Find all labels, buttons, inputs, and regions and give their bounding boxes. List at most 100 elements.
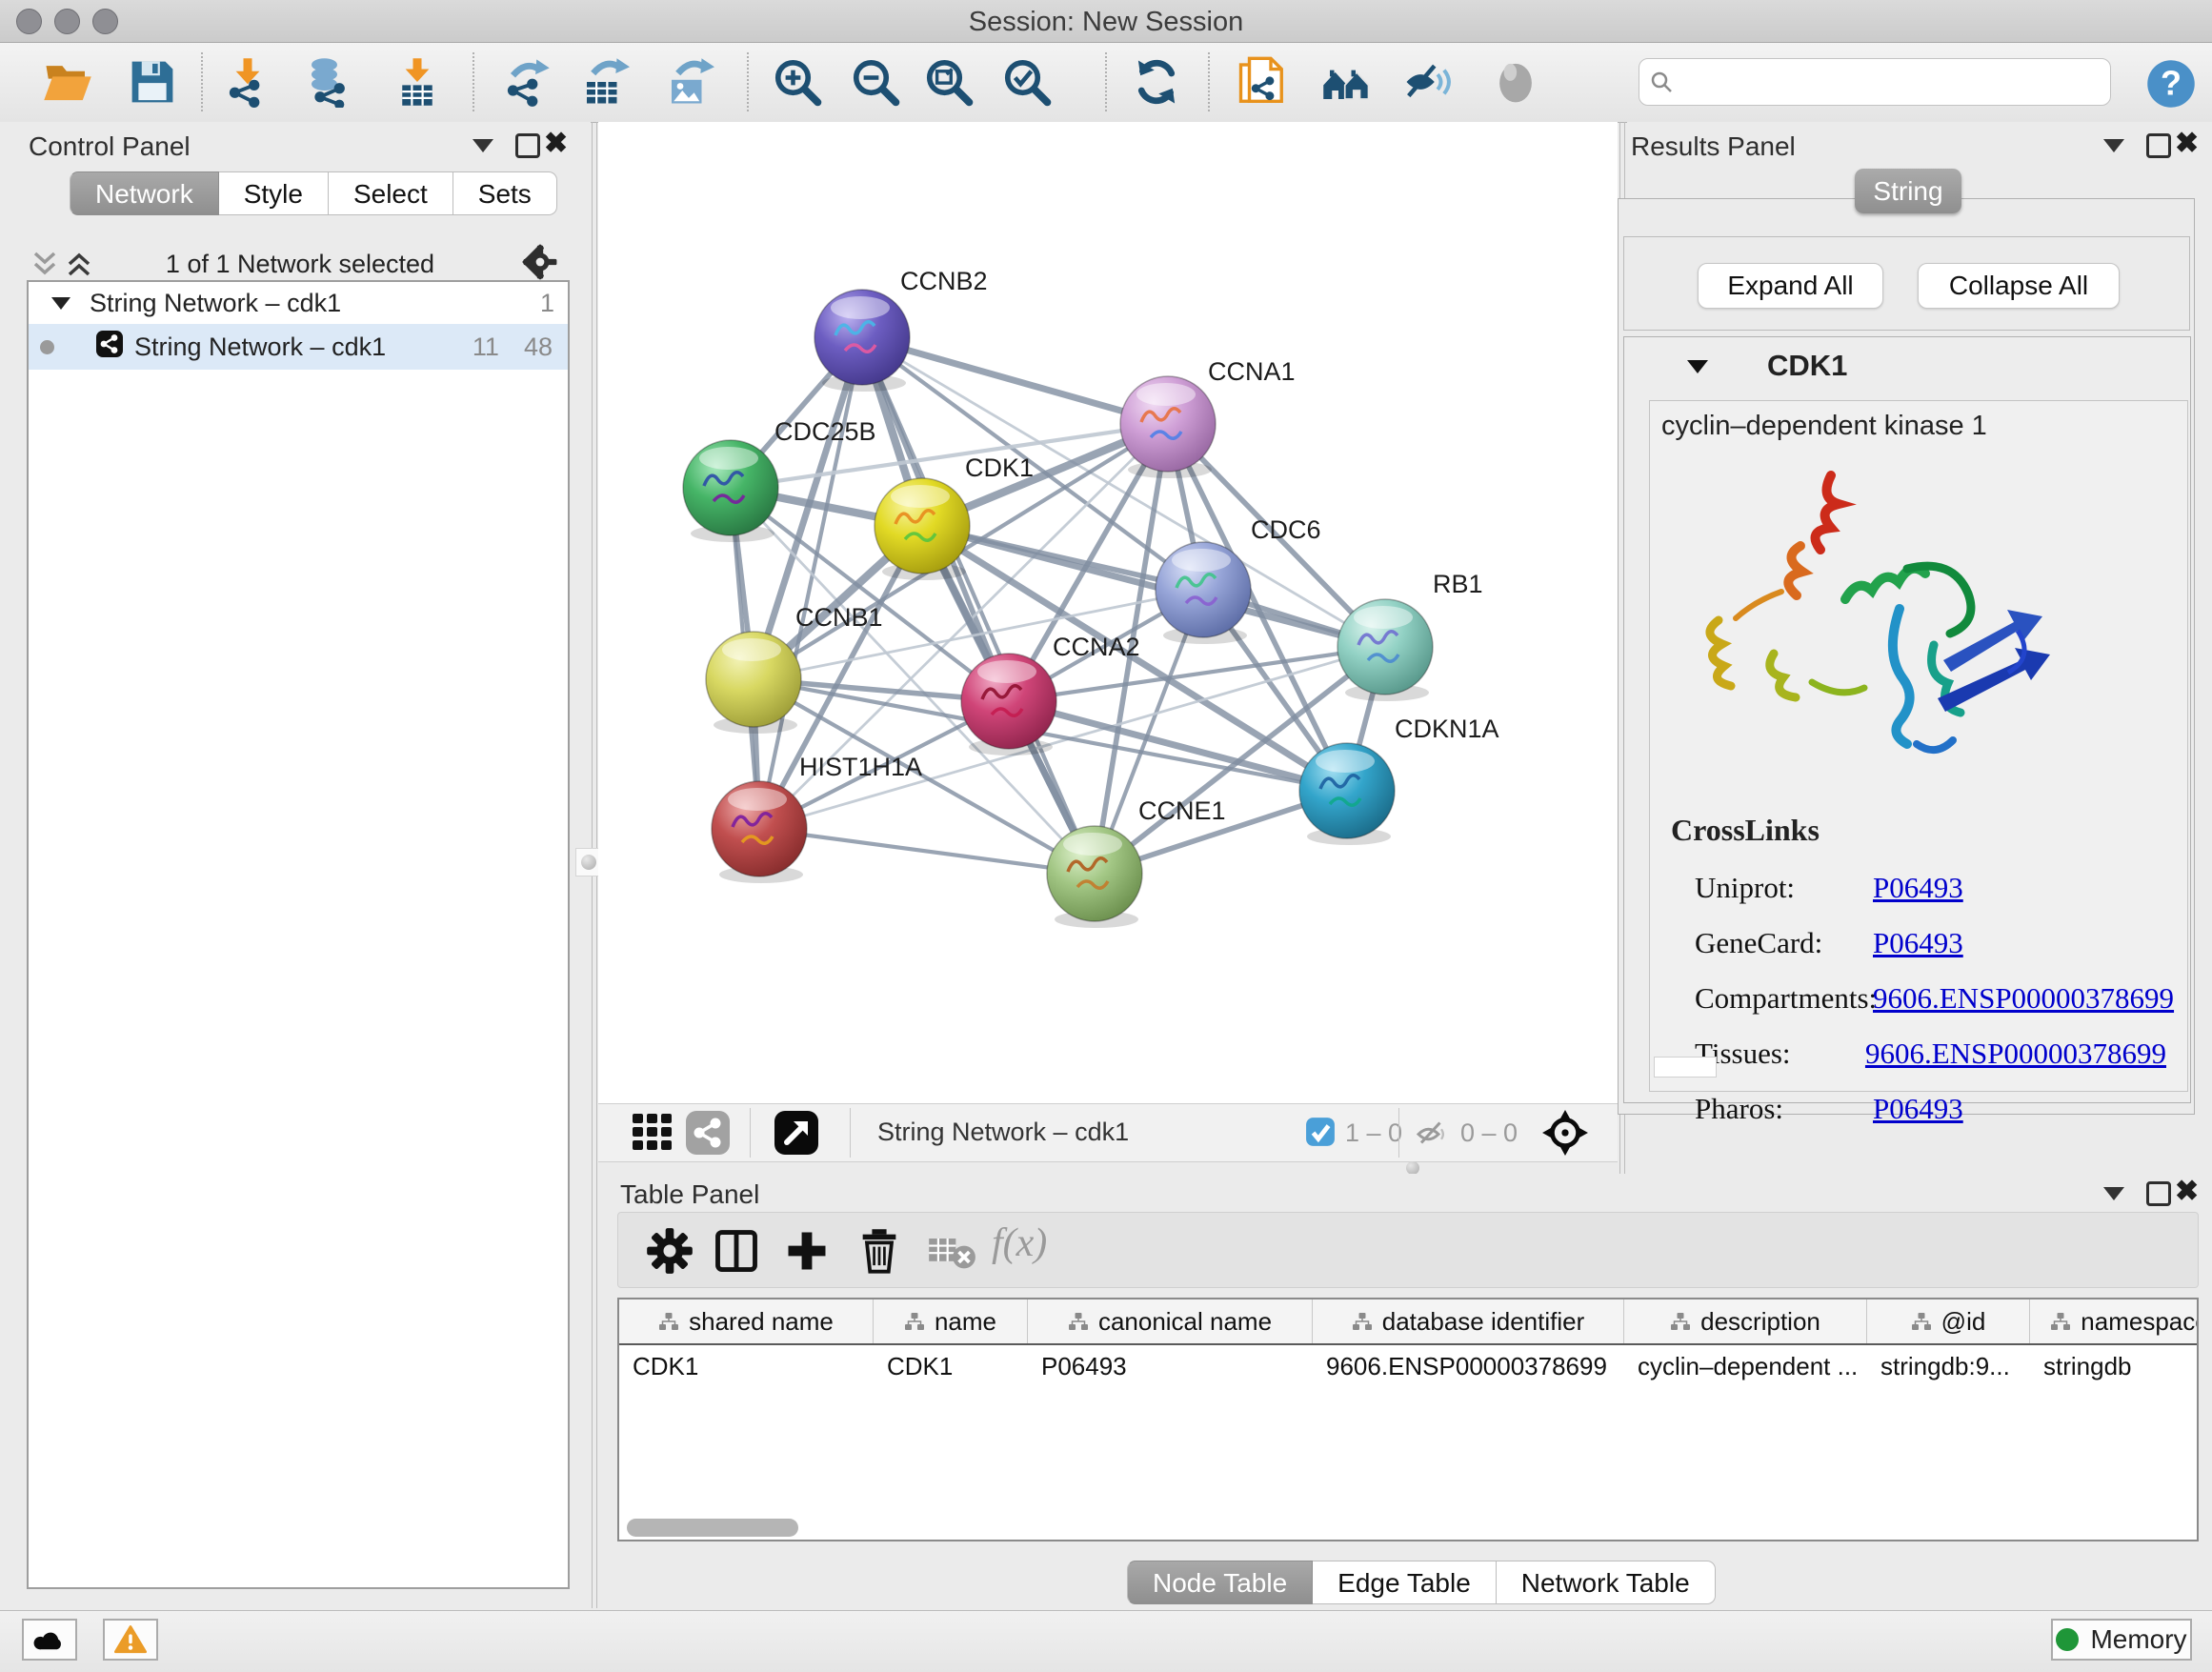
collapse-all-button[interactable]: Collapse All bbox=[1918, 263, 2120, 309]
tab-edge-table[interactable]: Edge Table bbox=[1313, 1561, 1497, 1604]
results-panel-menu-icon[interactable] bbox=[2103, 139, 2124, 152]
table-cell: CDK1 bbox=[619, 1345, 874, 1387]
function-builder-icon[interactable]: f(x) bbox=[992, 1220, 1047, 1266]
edge-CDK1-RB1[interactable] bbox=[922, 526, 1385, 647]
node-label-CDKN1A: CDKN1A bbox=[1395, 715, 1499, 743]
control-panel-menu-icon[interactable] bbox=[473, 139, 493, 152]
inactive-eye-icon[interactable] bbox=[1490, 56, 1541, 108]
add-icon[interactable] bbox=[782, 1226, 832, 1276]
zoom-out-icon[interactable] bbox=[850, 56, 901, 108]
export-image-icon[interactable] bbox=[663, 56, 714, 108]
help-icon[interactable]: ? bbox=[2145, 58, 2197, 110]
collection-expand-triangle-icon[interactable] bbox=[51, 297, 70, 310]
zoom-in-icon[interactable] bbox=[772, 56, 823, 108]
control-panel-close-icon[interactable]: ✖ bbox=[544, 133, 568, 154]
cloud-button[interactable] bbox=[22, 1619, 77, 1661]
memory-status-dot-icon bbox=[2056, 1628, 2079, 1651]
strip-separator bbox=[1398, 1108, 1399, 1158]
table-panel-menu-icon[interactable] bbox=[2103, 1187, 2124, 1200]
results-panel-close-icon[interactable]: ✖ bbox=[2175, 133, 2199, 154]
crosslink-value-link[interactable]: 9606.ENSP00000378699 bbox=[1865, 1037, 2166, 1071]
node-gloss bbox=[831, 296, 890, 319]
main-toolbar: ? bbox=[0, 43, 2212, 123]
selected-count: 1 – 0 bbox=[1345, 1118, 1402, 1148]
delete-icon[interactable] bbox=[855, 1226, 904, 1276]
table-panel-close-icon[interactable]: ✖ bbox=[2175, 1181, 2199, 1202]
network-item-row[interactable]: String Network – cdk1 11 48 bbox=[29, 324, 568, 370]
selected-checkbox-icon[interactable] bbox=[1305, 1117, 1336, 1152]
import-network-file-icon[interactable] bbox=[222, 56, 273, 108]
table-gear-icon[interactable] bbox=[645, 1226, 694, 1276]
table-cell: cyclin–dependent ... bbox=[1624, 1345, 1867, 1387]
fit-content-crosshair-icon[interactable] bbox=[1541, 1109, 1589, 1161]
import-network-database-icon[interactable] bbox=[303, 56, 354, 108]
results-panel-float-icon[interactable] bbox=[2146, 133, 2171, 158]
entry-collapse-triangle-icon[interactable] bbox=[1687, 360, 1708, 373]
export-network-icon[interactable] bbox=[500, 56, 552, 108]
show-columns-icon[interactable] bbox=[712, 1226, 761, 1276]
tab-string[interactable]: String bbox=[1855, 169, 1961, 213]
table-row[interactable]: CDK1CDK1P064939606.ENSP00000378699cyclin… bbox=[619, 1345, 2197, 1387]
tab-style[interactable]: Style bbox=[219, 171, 329, 215]
node-label-CCNB2: CCNB2 bbox=[900, 267, 988, 295]
warning-button[interactable] bbox=[103, 1619, 158, 1661]
table-cell: 9606.ENSP00000378699 bbox=[1313, 1345, 1624, 1387]
hidden-eye-icon[interactable] bbox=[1412, 1116, 1448, 1155]
crosslink-value-link[interactable]: P06493 bbox=[1873, 926, 1963, 960]
refresh-icon[interactable] bbox=[1131, 56, 1182, 108]
toolbar-separator bbox=[201, 52, 203, 111]
tab-select[interactable]: Select bbox=[329, 171, 453, 215]
table-toolbar: f(x) bbox=[617, 1212, 2199, 1288]
network-graph[interactable]: CCNB2CCNA1CDC25BCDK1CDC6RB1CCNB1CCNA2CDK… bbox=[598, 122, 1618, 1103]
import-table-file-icon[interactable] bbox=[392, 56, 443, 108]
network-item-label: String Network – cdk1 bbox=[134, 332, 386, 362]
crosslink-row: Pharos:P06493 bbox=[1695, 1092, 2166, 1126]
search-input[interactable] bbox=[1681, 67, 2101, 98]
results-actions-box: Expand All Collapse All bbox=[1623, 236, 2190, 331]
node-gloss bbox=[1063, 833, 1122, 856]
hide-unhide-icon[interactable] bbox=[1402, 56, 1454, 108]
save-session-icon[interactable] bbox=[127, 56, 178, 108]
column-header--id[interactable]: @id bbox=[1867, 1299, 2030, 1343]
delete-table-icon[interactable] bbox=[927, 1226, 976, 1276]
network-share-view-icon[interactable] bbox=[686, 1111, 730, 1159]
tab-network[interactable]: Network bbox=[70, 171, 219, 215]
crosslink-value-link[interactable]: P06493 bbox=[1873, 1092, 1963, 1126]
column-header-description[interactable]: description bbox=[1624, 1299, 1867, 1343]
tab-network-table[interactable]: Network Table bbox=[1497, 1561, 1716, 1604]
open-session-icon[interactable] bbox=[42, 56, 93, 108]
expand-all-button[interactable]: Expand All bbox=[1698, 263, 1883, 309]
edge-HIST1H1A-CCNE1[interactable] bbox=[759, 829, 1095, 874]
column-header-canonical-name[interactable]: canonical name bbox=[1028, 1299, 1313, 1343]
crosslinks-section: CrossLinks Uniprot:P06493GeneCard:P06493… bbox=[1671, 813, 2166, 1147]
memory-button[interactable]: Memory bbox=[2051, 1619, 2192, 1661]
network-collection-row[interactable]: String Network – cdk1 1 bbox=[29, 282, 568, 324]
new-network-from-file-icon[interactable] bbox=[1237, 56, 1288, 108]
node-label-CCNA1: CCNA1 bbox=[1208, 357, 1296, 386]
table-cell: P06493 bbox=[1028, 1345, 1313, 1387]
node-label-CCNA2: CCNA2 bbox=[1053, 633, 1140, 661]
network-canvas[interactable]: CCNB2CCNA1CDC25BCDK1CDC6RB1CCNB1CCNA2CDK… bbox=[598, 122, 1618, 1103]
horizontal-splitter-handle[interactable] bbox=[1406, 1161, 1419, 1175]
edge-CCNB2-CCNE1[interactable] bbox=[862, 337, 1095, 874]
column-header-database-identifier[interactable]: database identifier bbox=[1313, 1299, 1624, 1343]
table-horizontal-scrollbar[interactable] bbox=[627, 1519, 798, 1537]
crosslink-value-link[interactable]: P06493 bbox=[1873, 871, 1963, 905]
tab-sets[interactable]: Sets bbox=[453, 171, 557, 215]
tab-node-table[interactable]: Node Table bbox=[1127, 1561, 1313, 1604]
grid-view-icon[interactable] bbox=[633, 1114, 673, 1157]
crosslink-value-link[interactable]: 9606.ENSP00000378699 bbox=[1873, 981, 2174, 1016]
column-header-shared-name[interactable]: shared name bbox=[619, 1299, 874, 1343]
zoom-selected-icon[interactable] bbox=[1001, 56, 1053, 108]
network-edge-count: 48 bbox=[524, 332, 553, 362]
control-panel-float-icon[interactable] bbox=[515, 133, 540, 158]
column-header-namespace[interactable]: namespace bbox=[2030, 1299, 2199, 1343]
home-icon[interactable] bbox=[1321, 56, 1373, 108]
table-panel-float-icon[interactable] bbox=[2146, 1181, 2171, 1206]
birdseye-view-icon[interactable] bbox=[774, 1111, 818, 1159]
network-options-gear-icon[interactable] bbox=[522, 244, 558, 285]
zoom-fit-icon[interactable] bbox=[923, 56, 975, 108]
column-header-name[interactable]: name bbox=[874, 1299, 1028, 1343]
export-table-icon[interactable] bbox=[578, 56, 630, 108]
node-gloss bbox=[1136, 383, 1196, 406]
